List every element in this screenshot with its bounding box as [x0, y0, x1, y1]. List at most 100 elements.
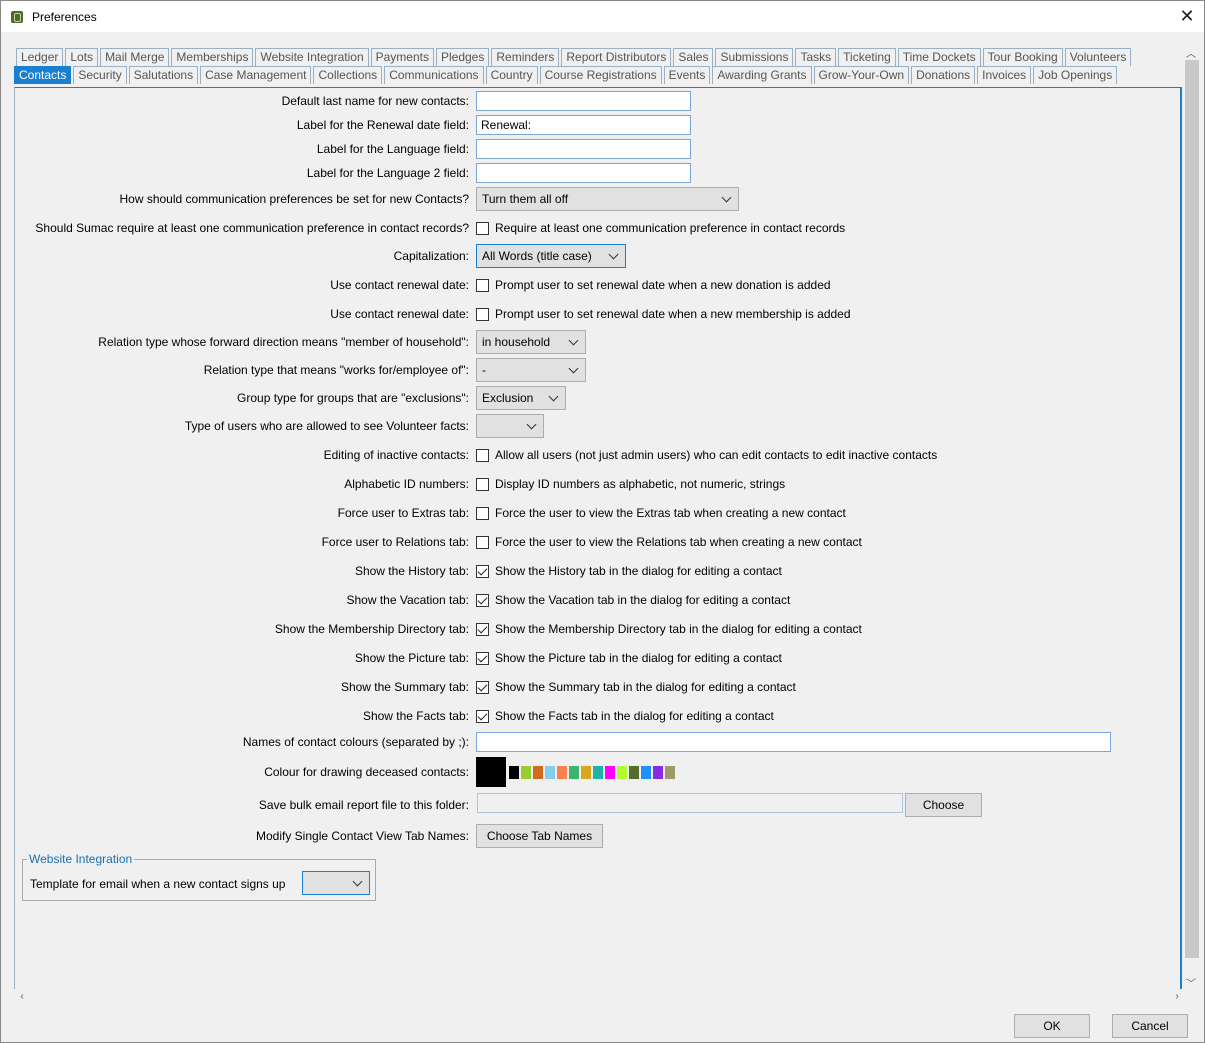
volunteer-facts-select[interactable] [476, 414, 544, 438]
colour-swatch[interactable] [557, 765, 567, 779]
checkbox-box[interactable] [476, 651, 489, 665]
checkbox-box[interactable] [476, 593, 489, 607]
tab-grow-your-own[interactable]: Grow-Your-Own [813, 66, 910, 84]
tab-names-label: Modify Single Contact View Tab Names: [256, 829, 469, 843]
relations-checkbox[interactable]: Force the user to view the Relations tab… [476, 535, 862, 549]
renewal-donation-checkbox[interactable]: Prompt user to set renewal date when a n… [476, 278, 831, 292]
tab-website-integration[interactable]: Website Integration [255, 48, 369, 66]
membership-dir-checkbox[interactable]: Show the Membership Directory tab in the… [476, 622, 862, 636]
renewal-membership-row: Use contact renewal date: Prompt user to… [1, 304, 1205, 324]
tab-security[interactable]: Security [73, 66, 127, 84]
picture-checkbox[interactable]: Show the Picture tab in the dialog for e… [476, 651, 782, 665]
tab-pledges[interactable]: Pledges [435, 48, 490, 66]
tab-communications[interactable]: Communications [384, 66, 484, 84]
scroll-up-icon[interactable]: ︿ [1183, 45, 1199, 60]
language-label-input[interactable] [476, 139, 691, 159]
tab-time-dockets[interactable]: Time Dockets [897, 48, 981, 66]
checkbox-box[interactable] [476, 709, 489, 723]
checkbox-box[interactable] [476, 622, 489, 636]
tab-awarding-grants[interactable]: Awarding Grants [712, 66, 812, 84]
choose-tab-names-button[interactable]: Choose Tab Names [476, 824, 603, 848]
checkbox-box[interactable] [476, 535, 489, 549]
employee-select[interactable]: - [476, 358, 586, 382]
tab-tasks[interactable]: Tasks [795, 48, 837, 66]
checkbox-box[interactable] [476, 307, 489, 321]
colour-names-input[interactable] [476, 732, 1111, 752]
checkbox-box[interactable] [476, 448, 489, 462]
tab-course-registrations[interactable]: Course Registrations [539, 66, 662, 84]
tab-lots[interactable]: Lots [65, 48, 99, 66]
tab-contacts[interactable]: Contacts [14, 66, 72, 84]
tab-job-openings[interactable]: Job Openings [1033, 66, 1118, 84]
checkbox-box[interactable] [476, 221, 489, 235]
colour-swatch[interactable] [545, 765, 555, 779]
choose-folder-button[interactable]: Choose [905, 793, 982, 817]
horizontal-scrollbar[interactable]: ‹ › [14, 991, 1182, 1005]
tab-reminders[interactable]: Reminders [491, 48, 560, 66]
tab-collections[interactable]: Collections [313, 66, 383, 84]
inactive-checkbox[interactable]: Allow all users (not just admin users) w… [476, 448, 937, 462]
colour-swatch[interactable] [605, 765, 615, 779]
capitalization-select[interactable]: All Words (title case) [476, 244, 626, 268]
tab-country[interactable]: Country [485, 66, 538, 84]
exclusions-select[interactable]: Exclusion [476, 386, 566, 410]
tab-ticketing[interactable]: Ticketing [838, 48, 896, 66]
default-last-name-input[interactable] [476, 91, 691, 111]
tab-invoices[interactable]: Invoices [977, 66, 1032, 84]
tab-salutations[interactable]: Salutations [128, 66, 199, 84]
comm-pref-select[interactable]: Turn them all off [476, 187, 739, 211]
volunteer-facts-row: Type of users who are allowed to see Vol… [1, 414, 1205, 438]
signup-template-select[interactable] [302, 871, 370, 895]
extras-checkbox[interactable]: Force the user to view the Extras tab wh… [476, 506, 846, 520]
vacation-checkbox[interactable]: Show the Vacation tab in the dialog for … [476, 593, 790, 607]
colour-swatch[interactable] [665, 765, 675, 779]
tab-ledger[interactable]: Ledger [16, 48, 64, 66]
close-icon[interactable]: ✕ [1176, 5, 1198, 27]
scroll-down-icon[interactable]: ﹀ [1183, 975, 1199, 990]
facts-checkbox[interactable]: Show the Facts tab in the dialog for edi… [476, 709, 774, 723]
history-checkbox[interactable]: Show the History tab in the dialog for e… [476, 564, 782, 578]
colour-swatch[interactable] [617, 765, 627, 779]
colour-swatch[interactable] [581, 765, 591, 779]
tab-mail-merge[interactable]: Mail Merge [100, 48, 170, 66]
colour-swatch[interactable] [533, 765, 543, 779]
tab-payments[interactable]: Payments [370, 48, 434, 66]
checkbox-box[interactable] [476, 506, 489, 520]
window-title: Preferences [32, 9, 97, 24]
colour-swatch[interactable] [509, 765, 519, 779]
tab-events[interactable]: Events [663, 66, 711, 84]
bulk-email-folder-input[interactable] [477, 793, 903, 813]
checkbox-box[interactable] [476, 477, 489, 491]
selected-colour-swatch[interactable] [476, 757, 506, 787]
scroll-left-icon[interactable]: ‹ [14, 991, 30, 1002]
relations-row: Force user to Relations tab: Force the u… [1, 532, 1205, 552]
alpha-id-checkbox[interactable]: Display ID numbers as alphabetic, not nu… [476, 477, 785, 491]
colour-swatch[interactable] [569, 765, 579, 779]
require-comm-checkbox[interactable]: Require at least one communication prefe… [476, 221, 845, 235]
tab-volunteers[interactable]: Volunteers [1064, 48, 1132, 66]
colour-swatch[interactable] [521, 765, 531, 779]
ok-button[interactable]: OK [1014, 1014, 1090, 1038]
household-select[interactable]: in household [476, 330, 586, 354]
tab-memberships[interactable]: Memberships [171, 48, 254, 66]
language2-label-input[interactable] [476, 163, 691, 183]
facts-text: Show the Facts tab in the dialog for edi… [495, 709, 774, 723]
scroll-right-icon[interactable]: › [1169, 991, 1185, 1002]
checkbox-box[interactable] [476, 564, 489, 578]
summary-checkbox[interactable]: Show the Summary tab in the dialog for e… [476, 680, 796, 694]
renewal-membership-checkbox[interactable]: Prompt user to set renewal date when a n… [476, 307, 851, 321]
tab-report-distributors[interactable]: Report Distributors [561, 48, 672, 66]
colour-swatch[interactable] [629, 765, 639, 779]
tab-submissions[interactable]: Submissions [715, 48, 794, 66]
colour-swatch[interactable] [641, 765, 651, 779]
tab-case-management[interactable]: Case Management [200, 66, 312, 84]
renewal-label-input[interactable]: Renewal: [476, 115, 691, 135]
tab-tour-booking[interactable]: Tour Booking [982, 48, 1063, 66]
tab-sales[interactable]: Sales [673, 48, 714, 66]
checkbox-box[interactable] [476, 278, 489, 292]
checkbox-box[interactable] [476, 680, 489, 694]
tab-donations[interactable]: Donations [911, 66, 976, 84]
colour-swatch[interactable] [593, 765, 603, 779]
cancel-button[interactable]: Cancel [1112, 1014, 1188, 1038]
colour-swatch[interactable] [653, 765, 663, 779]
